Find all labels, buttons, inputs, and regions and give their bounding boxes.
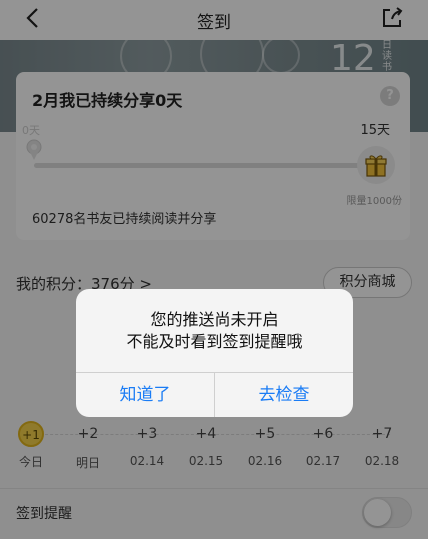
push-alert-dialog: 您的推送尚未开启 不能及时看到签到提醒哦 知道了 去检查 bbox=[76, 289, 353, 417]
dialog-message: 您的推送尚未开启 不能及时看到签到提醒哦 bbox=[76, 309, 353, 353]
dialog-message-line: 您的推送尚未开启 bbox=[150, 310, 279, 329]
dialog-dismiss-button[interactable]: 知道了 bbox=[76, 373, 214, 417]
dialog-message-line: 不能及时看到签到提醒哦 bbox=[126, 332, 303, 351]
dialog-check-button[interactable]: 去检查 bbox=[215, 373, 353, 417]
modal-overlay bbox=[0, 0, 428, 539]
